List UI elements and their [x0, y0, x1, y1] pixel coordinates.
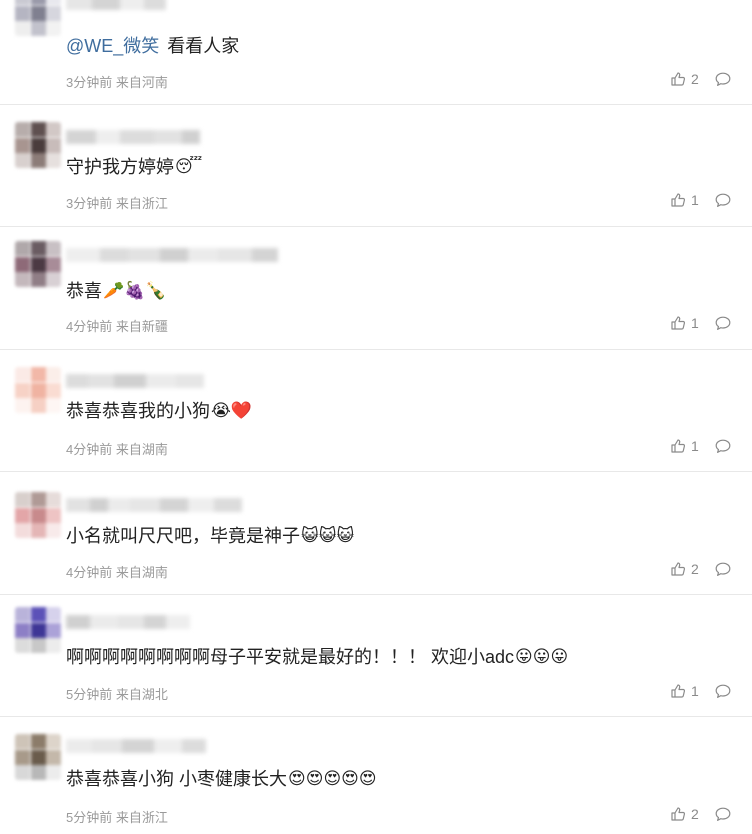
avatar[interactable] — [15, 367, 61, 413]
comment-item: @WE_微笑 看看人家 3分钟前 来自河南 2 — [0, 0, 752, 105]
username-blurred[interactable] — [66, 735, 206, 757]
username-blurred[interactable] — [66, 494, 242, 516]
avatar[interactable] — [15, 734, 61, 780]
username-blurred[interactable] — [66, 244, 278, 266]
comment-bubble-icon — [715, 807, 731, 822]
like-button[interactable]: 1 — [670, 438, 699, 454]
comment-bubble-icon — [715, 316, 731, 331]
like-button[interactable]: 1 — [670, 683, 699, 699]
comment-item: 恭喜恭喜小狗 小枣健康长大 😍😍😍😍😍 5分钟前 来自浙江 2 — [0, 717, 752, 834]
comment-item: 恭喜 🥕🍇🍾 4分钟前 来自新疆 1 — [0, 227, 752, 350]
username-blurred[interactable] — [66, 126, 200, 148]
reply-button[interactable] — [715, 684, 731, 699]
comment-body: 啊啊啊啊啊啊啊啊母子平安就是最好的！！！ 欢迎小adc — [66, 647, 515, 667]
emoji-icons: 😍😍😍😍😍 — [288, 769, 377, 789]
emoji-icons: 😛😛😛 — [515, 647, 569, 667]
comment-bubble-icon — [715, 562, 731, 577]
username-blurred[interactable] — [66, 370, 204, 392]
comment-bubble-icon — [715, 72, 731, 87]
avatar[interactable] — [15, 492, 61, 538]
comment-body: 看看人家 — [167, 36, 240, 56]
comment-text: 小名就叫尺尺吧，毕竟是神子 😺😺😺 — [66, 523, 354, 549]
emoji-icons: 😭❤️ — [211, 401, 253, 421]
comment-text: 恭喜恭喜小狗 小枣健康长大 😍😍😍😍😍 — [66, 766, 377, 792]
comment-body: 恭喜恭喜我的小狗 — [66, 401, 210, 421]
comment-text: 恭喜 🥕🍇🍾 — [66, 278, 167, 304]
reply-button[interactable] — [715, 562, 731, 577]
reply-button[interactable] — [715, 316, 731, 331]
mention-link[interactable]: @WE_微笑 — [66, 33, 159, 59]
thumbs-up-icon — [670, 438, 686, 454]
reply-button[interactable] — [715, 193, 731, 208]
thumbs-up-icon — [670, 561, 686, 577]
avatar[interactable] — [15, 0, 61, 36]
emoji-icons: 🥕🍇🍾 — [103, 281, 167, 301]
like-count: 1 — [691, 192, 699, 208]
comment-text: 恭喜恭喜我的小狗 😭❤️ — [66, 398, 252, 424]
comment-feed: @WE_微笑 看看人家 3分钟前 来自河南 2 守护我方婷婷 😴 3分钟前 来自浙江 1 恭喜 🥕… — [0, 0, 752, 834]
comment-bubble-icon — [715, 193, 731, 208]
avatar[interactable] — [15, 241, 61, 287]
avatar[interactable] — [15, 122, 61, 168]
thumbs-up-icon — [670, 683, 686, 699]
comment-item: 小名就叫尺尺吧，毕竟是神子 😺😺😺 4分钟前 来自湖南 2 — [0, 472, 752, 595]
comment-meta: 5分钟前 来自湖北 — [66, 687, 168, 702]
reply-button[interactable] — [715, 439, 731, 454]
comment-meta: 4分钟前 来自湖南 — [66, 565, 168, 580]
comment-body: 恭喜恭喜小狗 小枣健康长大 — [66, 769, 287, 789]
comment-text: @WE_微笑 看看人家 — [66, 33, 239, 59]
comment-meta: 4分钟前 来自新疆 — [66, 319, 168, 334]
like-button[interactable]: 1 — [670, 315, 699, 331]
comment-bubble-icon — [715, 439, 731, 454]
like-count: 2 — [691, 71, 699, 87]
thumbs-up-icon — [670, 806, 686, 822]
like-count: 1 — [691, 315, 699, 331]
comment-text: 啊啊啊啊啊啊啊啊母子平安就是最好的！！！ 欢迎小adc 😛😛😛 — [66, 644, 568, 670]
thumbs-up-icon — [670, 192, 686, 208]
username-blurred[interactable] — [66, 0, 166, 14]
comment-body: 小名就叫尺尺吧，毕竟是神子 — [66, 526, 300, 546]
like-button[interactable]: 2 — [670, 71, 699, 87]
username-blurred[interactable] — [66, 611, 190, 633]
like-count: 1 — [691, 683, 699, 699]
comment-body: 守护我方婷婷 — [66, 157, 174, 177]
reply-button[interactable] — [715, 72, 731, 87]
like-button[interactable]: 2 — [670, 806, 699, 822]
like-count: 1 — [691, 438, 699, 454]
like-button[interactable]: 2 — [670, 561, 699, 577]
comment-item: 守护我方婷婷 😴 3分钟前 来自浙江 1 — [0, 105, 752, 227]
thumbs-up-icon — [670, 315, 686, 331]
comment-item: 啊啊啊啊啊啊啊啊母子平安就是最好的！！！ 欢迎小adc 😛😛😛 5分钟前 来自湖北 1 — [0, 595, 752, 717]
reply-button[interactable] — [715, 807, 731, 822]
emoji-icons: 😴 — [175, 157, 203, 177]
comment-item: 恭喜恭喜我的小狗 😭❤️ 4分钟前 来自湖南 1 — [0, 350, 752, 472]
emoji-icons: 😺😺😺 — [301, 526, 355, 546]
comment-meta: 3分钟前 来自河南 — [66, 75, 168, 90]
like-count: 2 — [691, 561, 699, 577]
comment-meta: 3分钟前 来自浙江 — [66, 196, 168, 211]
like-count: 2 — [691, 806, 699, 822]
comment-bubble-icon — [715, 684, 731, 699]
comment-text: 守护我方婷婷 😴 — [66, 154, 202, 180]
comment-body: 恭喜 — [66, 281, 102, 301]
like-button[interactable]: 1 — [670, 192, 699, 208]
avatar[interactable] — [15, 607, 61, 653]
comment-meta: 5分钟前 来自浙江 — [66, 810, 168, 825]
comment-meta: 4分钟前 来自湖南 — [66, 442, 168, 457]
thumbs-up-icon — [670, 71, 686, 87]
